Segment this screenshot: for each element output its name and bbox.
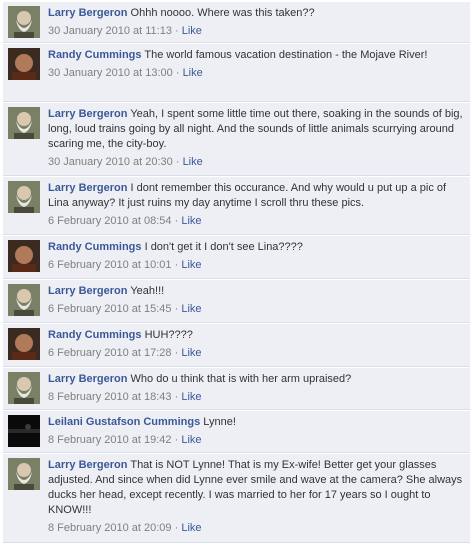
meta-separator: ·	[174, 303, 179, 315]
comment-text: Who do u think that is with her arm upra…	[130, 373, 352, 385]
comment-meta: 6 February 2010 at 10:01 · Like	[48, 258, 464, 273]
comment-item: Randy Cummings HUH???? 6 February 2010 a…	[3, 324, 470, 367]
comment-author-link[interactable]: Leilani Gustafson Cummings	[48, 416, 200, 428]
comment-text: HUH????	[144, 329, 193, 341]
meta-separator: ·	[175, 67, 180, 79]
comment-meta: 30 January 2010 at 20:30 · Like	[48, 155, 464, 170]
comment-item: Larry Bergeron That is NOT Lynne! That i…	[3, 454, 470, 543]
meta-separator: ·	[174, 347, 179, 359]
comment-timestamp[interactable]: 30 January 2010 at 11:13	[48, 25, 172, 37]
meta-separator: ·	[174, 434, 179, 446]
comment-timestamp[interactable]: 6 February 2010 at 15:45	[48, 303, 172, 315]
meta-separator: ·	[175, 25, 179, 37]
larry-avatar-icon[interactable]	[8, 372, 40, 404]
comment-timestamp[interactable]: 30 January 2010 at 20:30	[48, 156, 173, 168]
comment-meta: 6 February 2010 at 08:54 · Like	[48, 214, 464, 229]
like-link[interactable]: Like	[181, 391, 201, 403]
like-link[interactable]: Like	[181, 347, 201, 359]
larry-avatar-icon[interactable]	[8, 284, 40, 316]
like-link[interactable]: Like	[181, 522, 201, 534]
comment-text: Lynne!	[203, 416, 236, 428]
comment-item: Larry Bergeron Ohhh noooo. Where was thi…	[3, 2, 470, 43]
comment-author-link[interactable]: Randy Cummings	[48, 329, 142, 341]
comment-item: Larry Bergeron Who do u think that is wi…	[3, 368, 470, 410]
comment-author-link[interactable]: Larry Bergeron	[48, 182, 127, 194]
like-link[interactable]: Like	[182, 25, 202, 37]
comment-text: Ohhh noooo. Where was this taken??	[130, 7, 315, 19]
comment-author-link[interactable]: Randy Cummings	[48, 49, 142, 61]
comment-author-link[interactable]: Randy Cummings	[48, 241, 142, 253]
comment-author-link[interactable]: Larry Bergeron	[48, 459, 127, 471]
comment-author-link[interactable]: Larry Bergeron	[48, 7, 127, 19]
leilani-avatar-icon[interactable]	[8, 415, 40, 447]
larry-avatar-icon[interactable]	[8, 458, 40, 490]
comment-meta: 6 February 2010 at 15:45 · Like	[48, 302, 464, 317]
meta-separator: ·	[174, 391, 179, 403]
comment-item: Larry Bergeron I dont remember this occu…	[3, 177, 470, 235]
meta-separator: ·	[174, 259, 179, 271]
like-link[interactable]: Like	[181, 215, 201, 227]
comment-item: Larry Bergeron Yeah, I spent some little…	[3, 103, 470, 176]
like-link[interactable]: Like	[181, 434, 201, 446]
meta-separator: ·	[175, 156, 180, 168]
comment-author-link[interactable]: Larry Bergeron	[48, 373, 127, 385]
comment-author-link[interactable]: Larry Bergeron	[48, 285, 127, 297]
comment-timestamp[interactable]: 6 February 2010 at 10:01	[48, 259, 172, 271]
comment-author-link[interactable]: Larry Bergeron	[48, 108, 127, 120]
randy-avatar-icon[interactable]	[8, 48, 40, 80]
randy-avatar-icon[interactable]	[8, 328, 40, 360]
larry-avatar-icon[interactable]	[8, 107, 40, 139]
comment-meta: 6 February 2010 at 17:28 · Like	[48, 346, 464, 361]
comment-timestamp[interactable]: 6 February 2010 at 08:54	[48, 215, 172, 227]
comment-item: Randy Cummings The world famous vacation…	[3, 44, 470, 102]
larry-avatar-icon[interactable]	[8, 181, 40, 213]
like-link[interactable]: Like	[181, 259, 201, 271]
randy-avatar-icon[interactable]	[8, 240, 40, 272]
meta-separator: ·	[174, 215, 179, 227]
comment-meta: 30 January 2010 at 13:00 · Like	[48, 66, 464, 81]
comment-timestamp[interactable]: 6 February 2010 at 17:28	[48, 347, 172, 359]
comment-timestamp[interactable]: 30 January 2010 at 13:00	[48, 67, 173, 79]
meta-separator: ·	[174, 522, 179, 534]
comment-meta: 8 February 2010 at 19:42 · Like	[48, 433, 464, 448]
larry-avatar-icon[interactable]	[8, 6, 40, 38]
like-link[interactable]: Like	[183, 67, 203, 79]
comment-item: Larry Bergeron Yeah!!! 6 February 2010 a…	[3, 280, 470, 323]
comment-text: The world famous vacation destination - …	[144, 49, 428, 61]
comment-meta: 8 February 2010 at 20:09 · Like	[48, 521, 464, 536]
comment-item: Leilani Gustafson Cummings Lynne! 8 Febr…	[3, 411, 470, 453]
comment-meta: 30 January 2010 at 11:13 · Like	[48, 24, 464, 39]
comment-text: I don't get it I don't see Lina????	[144, 241, 303, 253]
comment-meta: 8 February 2010 at 18:43 · Like	[48, 390, 464, 405]
comment-feed: Larry Bergeron Ohhh noooo. Where was thi…	[0, 0, 476, 551]
like-link[interactable]: Like	[183, 156, 203, 168]
like-link[interactable]: Like	[181, 303, 201, 315]
comment-timestamp[interactable]: 8 February 2010 at 19:42	[48, 434, 172, 446]
comment-timestamp[interactable]: 8 February 2010 at 18:43	[48, 391, 172, 403]
comment-timestamp[interactable]: 8 February 2010 at 20:09	[48, 522, 172, 534]
comment-item: Randy Cummings I don't get it I don't se…	[3, 236, 470, 279]
comment-text: Yeah!!!	[130, 285, 165, 297]
